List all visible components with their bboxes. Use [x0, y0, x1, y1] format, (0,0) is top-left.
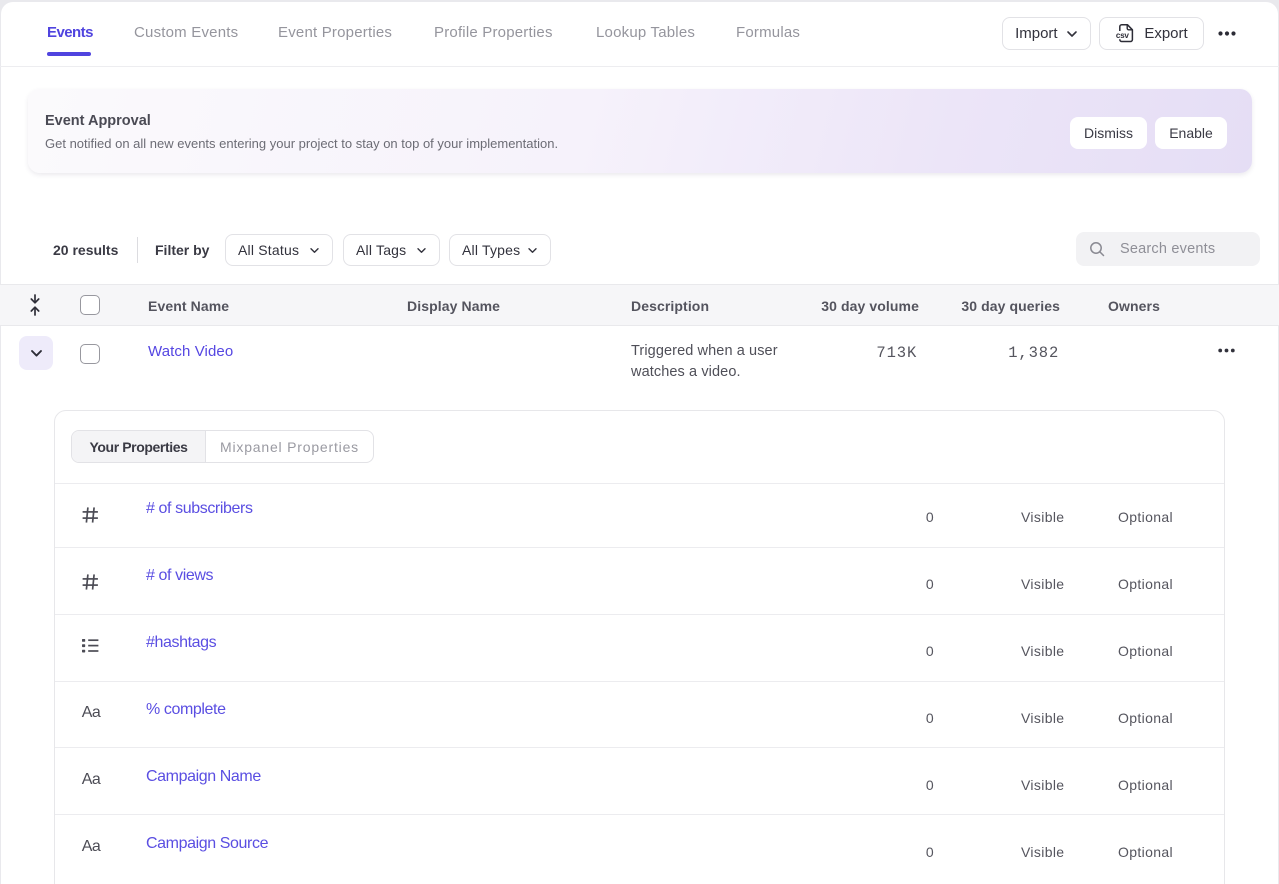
svg-text:csv: csv: [1116, 32, 1129, 41]
